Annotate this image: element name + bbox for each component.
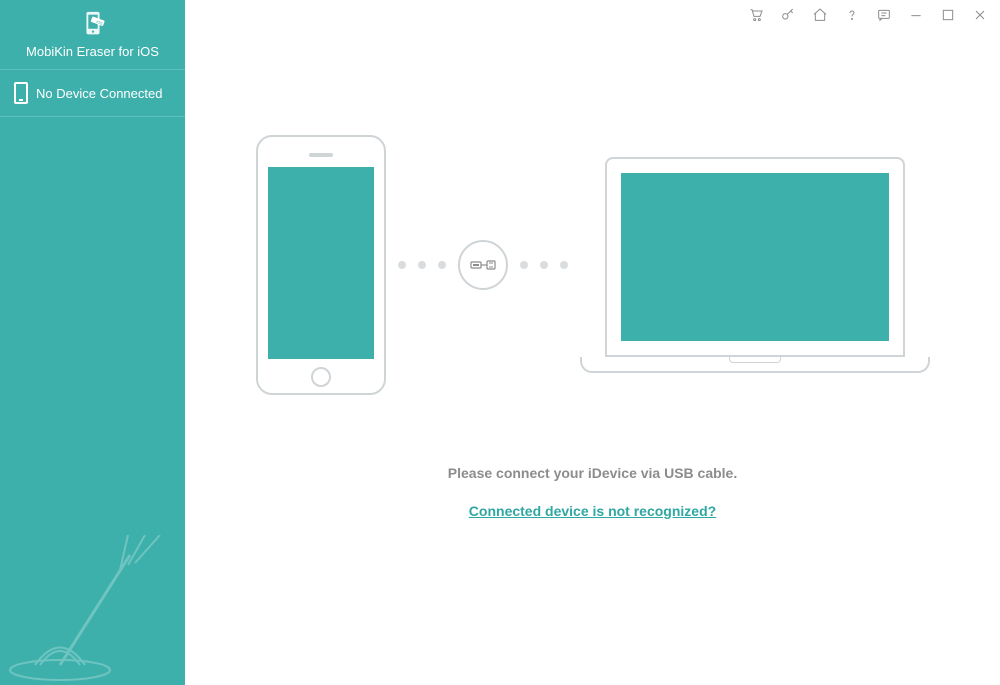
phone-speaker-icon (309, 153, 333, 157)
laptop-illustration (580, 157, 930, 373)
dot-icon (398, 261, 406, 269)
phone-mini-icon (14, 82, 28, 104)
dot-icon (540, 261, 548, 269)
main-panel: Please connect your iDevice via USB cabl… (185, 0, 1000, 685)
usb-icon (458, 240, 508, 290)
dot-icon (560, 261, 568, 269)
phone-illustration (256, 135, 386, 395)
home-icon[interactable] (812, 7, 828, 23)
maximize-icon[interactable] (940, 7, 956, 23)
phone-screen (268, 167, 374, 359)
connection-graphic (256, 135, 930, 395)
key-icon[interactable] (780, 7, 796, 23)
not-recognized-link[interactable]: Connected device is not recognized? (469, 503, 716, 519)
logo-area: iOS MobiKin Eraser for iOS (0, 0, 185, 70)
instruction-text: Please connect your iDevice via USB cabl… (448, 465, 737, 481)
cart-icon[interactable] (748, 7, 764, 23)
feedback-icon[interactable] (876, 7, 892, 23)
help-icon[interactable] (844, 7, 860, 23)
sidebar: iOS MobiKin Eraser for iOS No Device Con… (0, 0, 185, 685)
device-status-label: No Device Connected (36, 86, 162, 101)
laptop-base (580, 357, 930, 373)
laptop-screen (621, 173, 889, 341)
device-status: No Device Connected (0, 70, 185, 117)
dot-icon (418, 261, 426, 269)
app-title: MobiKin Eraser for iOS (26, 44, 159, 59)
connection-dots (398, 240, 568, 290)
minimize-icon[interactable] (908, 7, 924, 23)
titlebar (185, 0, 1000, 30)
sweep-decoration-icon (0, 535, 185, 685)
laptop-lid (605, 157, 905, 357)
app-logo-icon: iOS (78, 10, 108, 40)
app-window: iOS MobiKin Eraser for iOS No Device Con… (0, 0, 1000, 685)
close-icon[interactable] (972, 7, 988, 23)
phone-home-button-icon (311, 367, 331, 387)
dot-icon (438, 261, 446, 269)
dot-icon (520, 261, 528, 269)
content-area: Please connect your iDevice via USB cabl… (185, 30, 1000, 685)
messages: Please connect your iDevice via USB cabl… (448, 465, 737, 521)
